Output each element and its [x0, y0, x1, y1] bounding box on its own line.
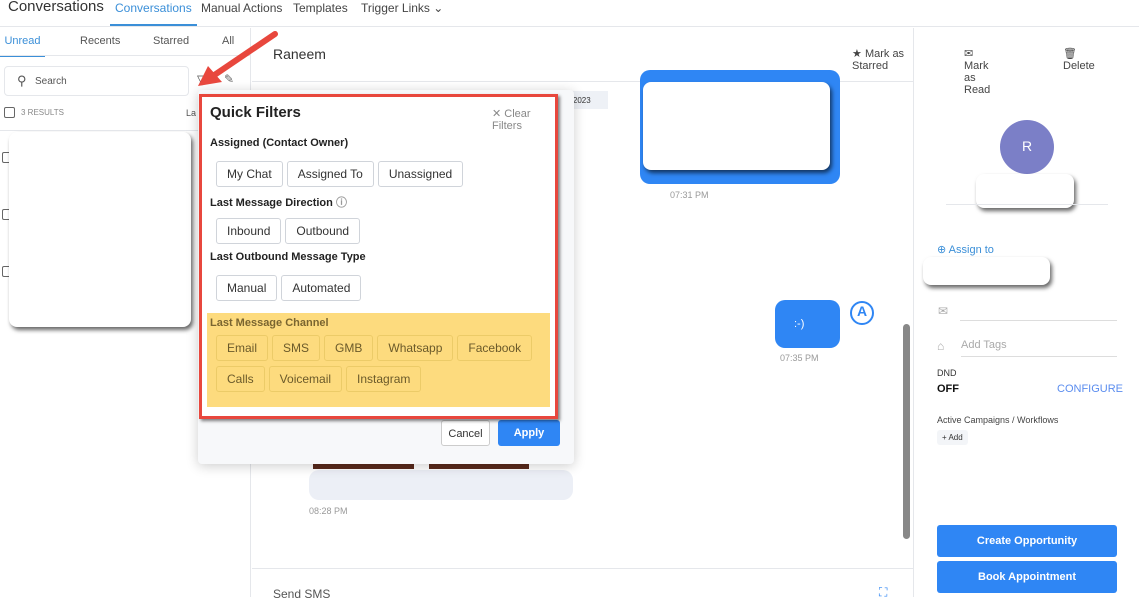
- chip-whatsapp[interactable]: Whatsapp: [377, 335, 454, 361]
- chip-manual[interactable]: Manual: [216, 275, 278, 301]
- label: Last Message Direction: [210, 197, 333, 209]
- chip-my-chat[interactable]: My Chat: [216, 161, 283, 187]
- sort-label: La: [186, 108, 197, 118]
- scrollbar[interactable]: [901, 84, 911, 556]
- outbound-label: Last Outbound Message Type: [210, 251, 366, 263]
- outgoing-message: :-): [775, 300, 840, 348]
- configure-button[interactable]: CONFIGURE: [1057, 383, 1123, 395]
- dnd-label: DND: [937, 368, 957, 378]
- nav-manual-actions[interactable]: Manual Actions: [201, 1, 282, 15]
- chip-facebook[interactable]: Facebook: [457, 335, 533, 361]
- nav-conversations[interactable]: Conversations: [110, 1, 197, 26]
- channel-highlight: Last Message Channel Email SMS GMB Whatsapp…: [207, 313, 550, 407]
- chip-sms[interactable]: SMS: [272, 335, 321, 361]
- chip-unassigned[interactable]: Unassigned: [377, 161, 464, 187]
- star-icon: ★: [852, 48, 862, 60]
- assigned-chips: My Chat Assigned To Unassigned: [216, 161, 467, 187]
- search-input[interactable]: ⚲ Search: [4, 66, 189, 96]
- search-icon: ⚲: [17, 73, 27, 88]
- chip-automated[interactable]: Automated: [281, 275, 362, 301]
- chip-outbound[interactable]: Outbound: [285, 218, 361, 244]
- results-count: 3 RESULTS: [21, 108, 64, 117]
- chip-inbound[interactable]: Inbound: [216, 218, 282, 244]
- cancel-button[interactable]: Cancel: [441, 420, 490, 446]
- label: Add: [948, 433, 963, 442]
- chip-email[interactable]: Email: [216, 335, 269, 361]
- label: Assign to: [948, 244, 994, 256]
- channel-chips-row2: Calls Voicemail Instagram: [216, 366, 425, 392]
- email-field[interactable]: [960, 320, 1117, 321]
- message-time: 08:28 PM: [309, 506, 348, 516]
- book-appointment-button[interactable]: Book Appointment: [937, 561, 1117, 593]
- campaigns-label: Active Campaigns / Workflows: [937, 415, 1059, 425]
- message-time: 07:35 PM: [780, 353, 819, 363]
- contact-panel: R ⊕ Assign to ✉ ⌂ Add Tags DND OFF CONFI…: [913, 28, 1139, 597]
- tag-icon: ⌂: [937, 339, 945, 353]
- chip-calls[interactable]: Calls: [216, 366, 265, 392]
- select-all-checkbox[interactable]: [4, 107, 15, 118]
- tab-recents[interactable]: Recents: [80, 35, 120, 47]
- redacted-conversation-list: [9, 132, 191, 327]
- search-placeholder: Search: [35, 76, 67, 87]
- annotation-arrow-icon: [198, 31, 278, 86]
- create-opportunity-button[interactable]: Create Opportunity: [937, 525, 1117, 557]
- filters-title: Quick Filters: [210, 104, 301, 121]
- chevron-down-icon: ⌄: [433, 1, 444, 15]
- channel-chips: Email SMS GMB Whatsapp Facebook: [216, 335, 536, 361]
- direction-chips: Inbound Outbound: [216, 218, 364, 244]
- chip-assigned-to[interactable]: Assigned To: [286, 161, 374, 187]
- expand-icon[interactable]: ⛶: [879, 585, 887, 600]
- redacted-message: [643, 82, 830, 170]
- add-campaign-button[interactable]: + Add: [937, 430, 968, 445]
- chip-gmb[interactable]: GMB: [324, 335, 374, 361]
- chip-instagram[interactable]: Instagram: [346, 366, 422, 392]
- email-icon: ✉: [938, 304, 949, 318]
- composer-channel[interactable]: Send SMS: [273, 587, 330, 601]
- assign-to-button[interactable]: ⊕ Assign to: [937, 243, 994, 256]
- tab-unread[interactable]: Unread: [0, 35, 45, 57]
- info-icon: ⓘ: [335, 197, 347, 209]
- redacted-assignee: [923, 257, 1050, 285]
- apply-button[interactable]: Apply: [498, 420, 560, 446]
- outbound-chips: Manual Automated: [216, 275, 365, 301]
- close-icon: ✕: [492, 108, 502, 120]
- top-nav: Conversations Conversations Manual Actio…: [0, 0, 1139, 27]
- channel-label: Last Message Channel: [210, 317, 329, 329]
- plus-circle-icon: ⊕: [937, 244, 947, 256]
- tags-input[interactable]: Add Tags: [961, 339, 1117, 357]
- nav-templates[interactable]: Templates: [293, 1, 348, 15]
- nav-trigger-links[interactable]: Trigger Links ⌄: [361, 1, 443, 15]
- chip-voicemail[interactable]: Voicemail: [268, 366, 343, 392]
- mark-starred-button[interactable]: ★ Mark as Starred: [852, 47, 913, 72]
- message-time: 07:31 PM: [670, 190, 709, 200]
- sender-avatar: A: [850, 301, 874, 325]
- quick-filters-content: Quick Filters ✕ Clear Filters Assigned (…: [199, 94, 558, 419]
- dnd-value: OFF: [937, 383, 959, 395]
- direction-label: Last Message Direction ⓘ: [210, 194, 347, 210]
- clear-filters-button[interactable]: ✕ Clear Filters: [492, 107, 555, 132]
- redacted-contact-name: [976, 174, 1074, 208]
- incoming-message: [309, 470, 573, 500]
- app-title: Conversations: [8, 0, 104, 15]
- nav-label: Trigger Links: [361, 1, 430, 15]
- assigned-label: Assigned (Contact Owner): [210, 137, 349, 149]
- avatar: R: [1000, 120, 1054, 174]
